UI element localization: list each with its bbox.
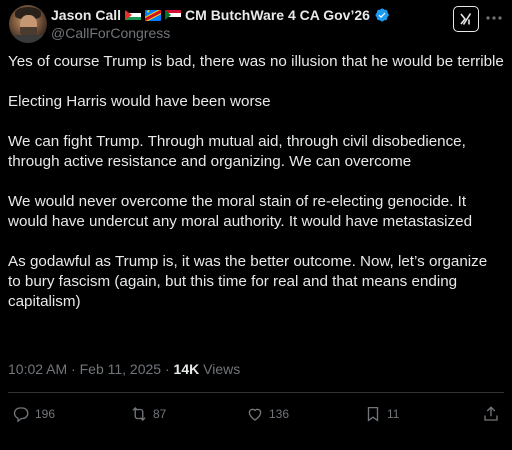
post-time[interactable]: 10:02 AM <box>8 361 67 377</box>
palestine-flag-icon <box>125 9 142 21</box>
avatar-shirt <box>11 35 45 43</box>
bookmark-icon <box>367 406 379 422</box>
sudan-flag-icon <box>165 9 182 21</box>
verified-badge-icon[interactable] <box>374 7 390 23</box>
share-icon <box>484 406 498 421</box>
like-button[interactable]: 136 <box>246 403 289 425</box>
post-paragraph: We can fight Trump. Through mutual aid, … <box>8 133 466 170</box>
repost-count: 87 <box>153 407 167 421</box>
post-meta: 10:02 AM · Feb 11, 2025 · 14K Views <box>8 361 240 377</box>
more-horizontal-icon <box>486 16 502 20</box>
author-name-line: Jason Call ★ CM ButchWare 4 CA Gov’26 <box>51 6 390 24</box>
grok-icon <box>460 13 472 25</box>
repost-button[interactable]: 87 <box>130 403 166 425</box>
divider <box>8 392 504 393</box>
avatar[interactable] <box>9 5 47 43</box>
bookmark-button[interactable]: 11 <box>364 403 399 425</box>
post-paragraph: Electing Harris would have been worse <box>8 93 271 110</box>
repost-icon <box>132 407 146 421</box>
author-handle[interactable]: @CallForCongress <box>51 25 170 41</box>
dr-congo-flag-icon: ★ <box>145 9 162 21</box>
reply-icon <box>13 407 29 423</box>
heart-icon <box>248 408 262 421</box>
views-count: 14K <box>173 361 200 377</box>
action-bar: 196 87 136 11 <box>0 403 512 425</box>
meta-separator: · <box>164 361 170 377</box>
post-date[interactable]: Feb 11, 2025 <box>80 361 161 377</box>
meta-separator: · <box>71 361 76 377</box>
author-title-suffix: CM ButchWare 4 CA Gov’26 <box>185 7 370 23</box>
share-button[interactable] <box>482 403 500 425</box>
reply-button[interactable]: 196 <box>12 403 55 425</box>
views-label: Views <box>203 361 241 377</box>
bookmark-count: 11 <box>387 407 400 421</box>
post-card: Jason Call ★ CM ButchWare 4 CA Gov’26 @C… <box>0 0 512 450</box>
reply-count: 196 <box>35 407 56 421</box>
post-paragraph: We would never overcome the moral stain … <box>8 193 473 230</box>
like-count: 136 <box>269 407 290 421</box>
grok-button[interactable] <box>453 6 479 32</box>
post-paragraph: As godawful as Trump is, it was the bett… <box>8 253 488 310</box>
post-paragraph: Yes of course Trump is bad, there was no… <box>8 53 504 70</box>
post-text: Yes of course Trump is bad, there was no… <box>8 52 504 332</box>
author-display-name[interactable]: Jason Call <box>51 7 121 23</box>
more-options-button[interactable] <box>484 8 504 28</box>
